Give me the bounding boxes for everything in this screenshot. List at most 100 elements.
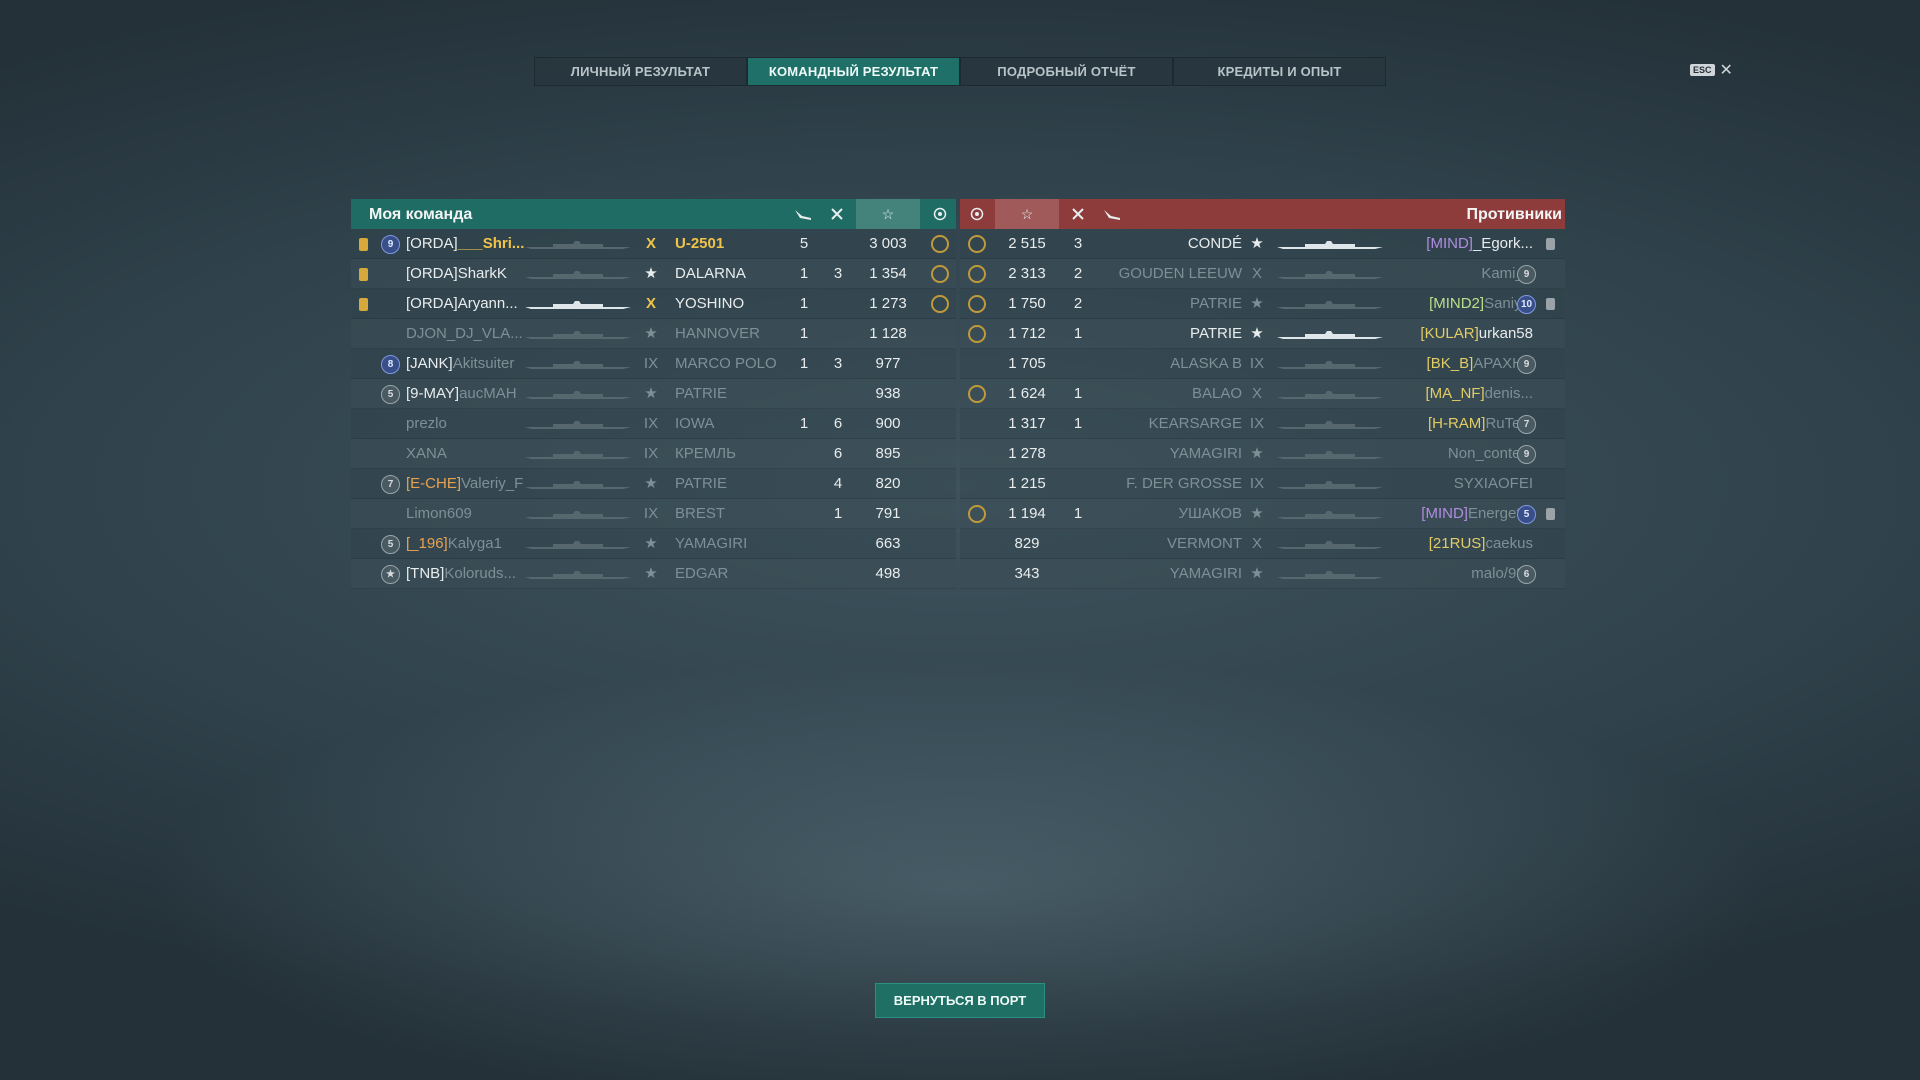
base-xp: 1 215 [1008,475,1046,492]
player-name: aucMAH [459,385,517,402]
player-row[interactable]: XANA IX КРЕМЛЬ 6 895 [351,439,956,469]
rank-badge: 9 [1517,349,1536,378]
player-row[interactable]: 1 317 1 KEARSARGE IX [H-RAM]RuTe... 7 [960,409,1565,439]
player-name: Kalyga1 [447,535,502,552]
base-xp: 2 313 [1008,265,1046,282]
player-row[interactable]: 9 [ORDA]___Shri... X U-2501 5 3 003 [351,229,956,259]
planes-destroyed: 1 [799,355,809,372]
rank-badge: 6 [1517,559,1536,588]
ship-name: YOSHINO [675,295,745,312]
achievement-icon [960,289,994,318]
player-row[interactable]: 2 515 3 CONDÉ ★ [MIND]_Egork... [960,229,1565,259]
ship-tier: IX [643,445,659,462]
base-xp: 1 705 [1008,355,1046,372]
tab-credits-xp[interactable]: КРЕДИТЫ И ОПЫТ [1173,57,1386,86]
planes-destroyed [787,469,821,498]
return-to-port-button[interactable]: ВЕРНУТЬСЯ В ПОРТ [875,983,1045,1018]
ship-name: YAMAGIRI [675,535,748,552]
planes-destroyed: 5 [799,235,809,252]
tab-bar: ЛИЧНЫЙ РЕЗУЛЬТАТ КОМАНДНЫЙ РЕЗУЛЬТАТ ПОД… [534,57,1386,86]
player-row[interactable]: ★ [TNB]Koloruds... ★ EDGAR 498 [351,559,956,589]
ship-silhouette-icon [525,541,631,549]
frags-icon [820,199,854,229]
player-name: ___Shri... [457,235,525,252]
base-xp: 1 354 [869,265,907,282]
player-row[interactable]: 8 [JANK]Akitsuiter IX MARCO POLO 1 3 977 [351,349,956,379]
achievement-icon [960,259,994,288]
player-name: Valeriy_F [461,475,524,492]
player-row[interactable]: DJON_DJ_VLA... ★ HANNOVER 1 1 128 [351,319,956,349]
ship-tier: ★ [644,385,658,402]
player-row[interactable]: 1 750 2 PATRIE ★ [MIND2]Saniy... 10 [960,289,1565,319]
player-row[interactable]: 2 313 2 GOUDEN LEEUW X Kami_T 9 [960,259,1565,289]
frags-count [1061,529,1095,558]
tab-personal-result[interactable]: ЛИЧНЫЙ РЕЗУЛЬТАТ [534,57,747,86]
player-name: Akitsuiter [452,355,515,372]
clan-tag: [BK_B] [1426,355,1474,372]
player-name: Limon609 [406,505,472,522]
ship-silhouette-icon [525,241,631,249]
division-icon [359,289,368,318]
frags-count: 6 [833,445,843,462]
close-icon: ✕ [1719,62,1733,79]
player-row[interactable]: 1 215 F. DER GROSSE IX SYXIAOFEI [960,469,1565,499]
base-xp: 1 624 [1008,385,1046,402]
ship-tier: ★ [1250,565,1264,582]
frags-count: 2 [1073,265,1083,282]
planes-destroyed: 1 [799,265,809,282]
clan-tag: [21RUS] [1428,535,1486,552]
ship-tier: ★ [644,565,658,582]
player-row[interactable]: 1 278 YAMAGIRI ★ Non_content 9 [960,439,1565,469]
player-row[interactable]: prezlo IX IOWA 1 6 900 [351,409,956,439]
ship-tier: IX [643,505,659,522]
player-row[interactable]: [ORDA]SharkK ★ DALARNA 1 3 1 354 [351,259,956,289]
player-row[interactable]: 343 YAMAGIRI ★ malo/983 6 [960,559,1565,589]
player-row[interactable]: 5 [_196]Kalyga1 ★ YAMAGIRI 663 [351,529,956,559]
player-row[interactable]: 1 624 1 BALAO X [MA_NF]denis... [960,379,1565,409]
player-row[interactable]: Limon609 IX BREST 1 791 [351,499,956,529]
ship-silhouette-icon [1277,331,1383,339]
ship-silhouette-icon [1277,451,1383,459]
player-row[interactable]: 829 VERMONT X [21RUS]caekus [960,529,1565,559]
frags-count [1061,439,1095,468]
frags-count [821,379,855,408]
ship-tier: ★ [1250,445,1264,462]
bookmark-icon [1546,499,1555,528]
tab-detailed-report[interactable]: ПОДРОБНЫЙ ОТЧЁТ [960,57,1173,86]
player-row[interactable]: 1 194 1 УШАКОВ ★ [MIND]Energet... 5 [960,499,1565,529]
ship-silhouette-icon [1277,241,1383,249]
rank-badge: 9 [1517,259,1536,288]
player-row[interactable]: 5 [9-MAY]aucMAH ★ PATRIE 938 [351,379,956,409]
player-name: DJON_DJ_VLA... [406,325,523,342]
frags-count [821,289,855,318]
ship-silhouette-icon [525,571,631,579]
player-row[interactable]: [ORDA]Aryann... X YOSHINO 1 1 273 [351,289,956,319]
ship-tier: ★ [1250,505,1264,522]
base-xp: 1 273 [869,295,907,312]
ship-silhouette-icon [525,331,631,339]
ship-tier: X [1251,535,1262,552]
achievement-icon [960,379,994,408]
base-xp: 498 [875,565,901,582]
frags-count: 1 [1073,415,1083,432]
player-row[interactable]: 7 [E-CHE]Valeriy_F ★ PATRIE 4 820 [351,469,956,499]
base-xp-star-icon: ☆ [995,199,1059,229]
player-row[interactable]: 1 712 1 PATRIE ★ [KULAR]urkan58 [960,319,1565,349]
clan-tag: [MIND2] [1429,295,1485,312]
clan-tag: [H-RAM] [1427,415,1486,432]
ship-silhouette-icon [1277,301,1383,309]
ship-tier: IX [643,355,659,372]
ship-silhouette-icon [525,421,631,429]
frags-count: 1 [1073,325,1083,342]
division-icon [359,259,368,288]
clan-tag: [9-MAY] [406,385,460,402]
base-xp: 977 [875,355,901,372]
close-button[interactable]: ESC ✕ [1690,60,1733,80]
player-row[interactable]: 1 705 ALASKA B IX [BK_B]APAXHA 9 [960,349,1565,379]
ship-name: YAMAGIRI [1169,445,1242,462]
player-name: caekus [1485,535,1533,552]
tab-team-result[interactable]: КОМАНДНЫЙ РЕЗУЛЬТАТ [747,57,960,86]
base-xp: 1 194 [1008,505,1046,522]
ship-silhouette-icon [525,511,631,519]
ship-name: PATRIE [1190,295,1242,312]
